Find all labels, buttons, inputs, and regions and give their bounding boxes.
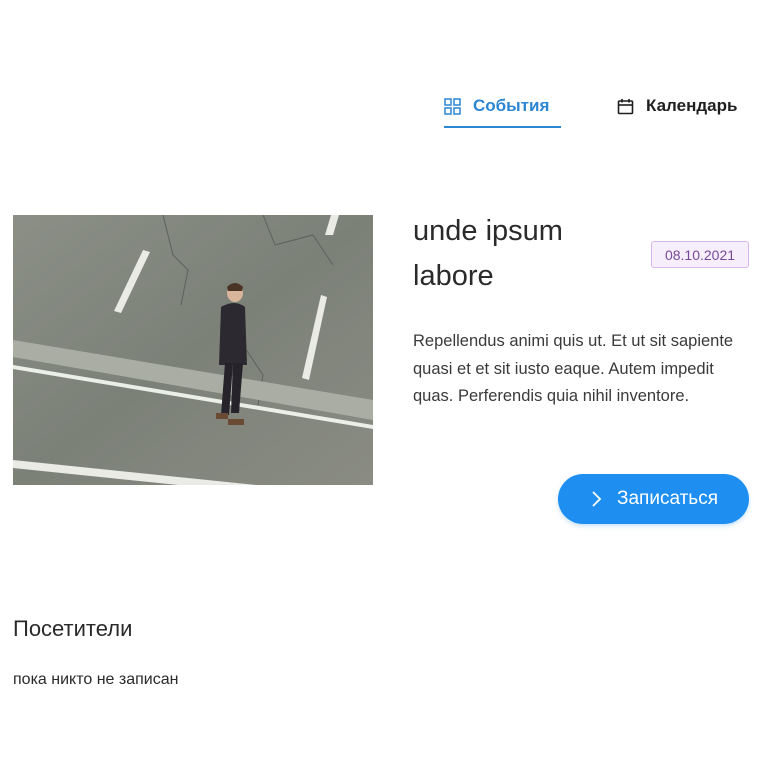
tab-calendar[interactable]: Календарь [617, 84, 737, 128]
tab-events[interactable]: События [444, 84, 561, 128]
event-title-line-1: unde ipsum [413, 215, 563, 247]
view-tabs: События Календарь [444, 84, 737, 128]
event-image [13, 215, 373, 485]
event-date-badge: 08.10.2021 [651, 241, 749, 268]
tab-calendar-label: Календарь [646, 96, 738, 115]
signup-button[interactable]: Записаться [558, 474, 749, 524]
event-title-line-2: labore [413, 260, 494, 292]
chevron-right-icon [589, 490, 603, 508]
calendar-icon [617, 98, 634, 115]
event-description: Repellendus animi quis ut. Et ut sit sap… [413, 332, 734, 405]
event-page: События Календарь unde ipsum labore 08.1… [0, 0, 762, 773]
tab-events-label: События [473, 96, 550, 115]
grid-icon [444, 97, 461, 115]
signup-button-label: Записаться [617, 488, 718, 509]
visitors-heading: Посетители [13, 616, 133, 641]
visitors-empty-text: пока никто не записан [13, 671, 179, 688]
event-title: unde ipsum labore [413, 209, 633, 299]
